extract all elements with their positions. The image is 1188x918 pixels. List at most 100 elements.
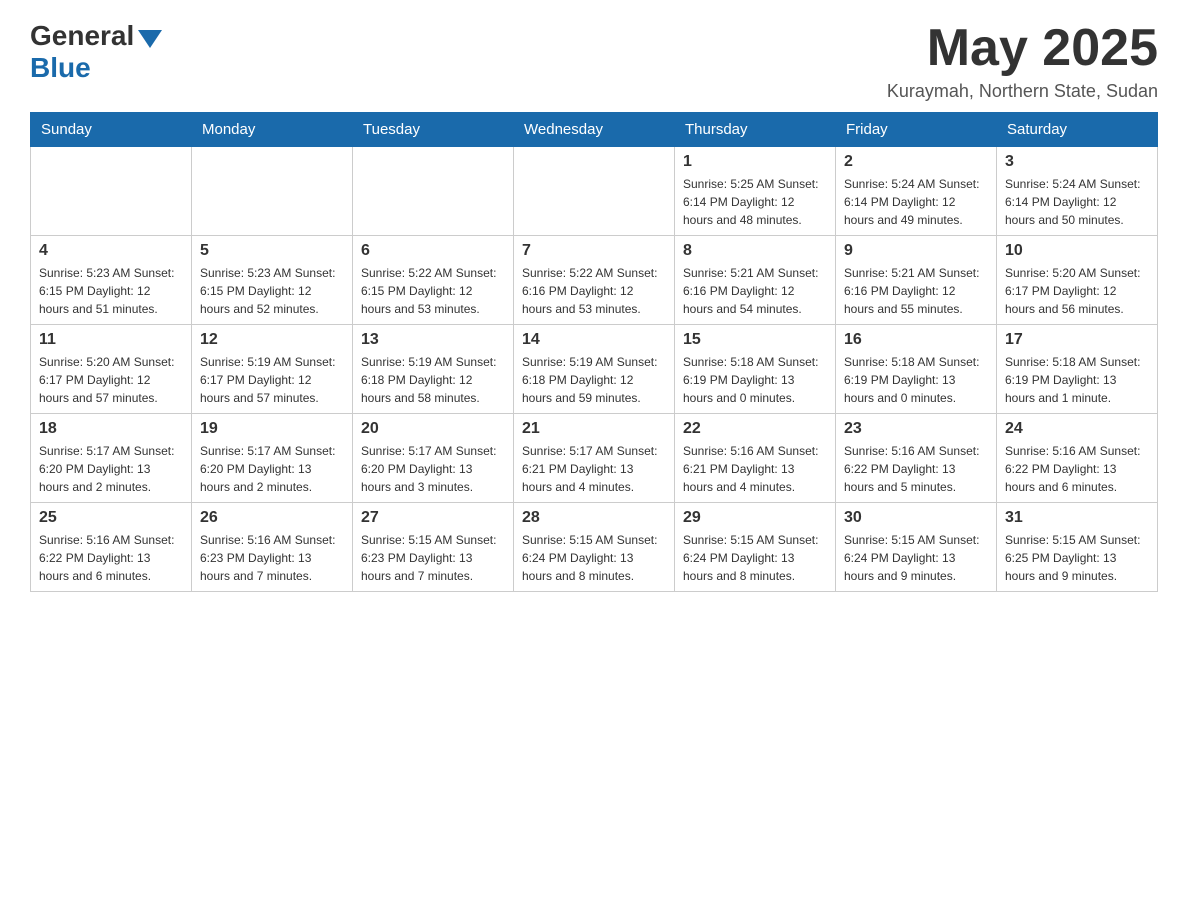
day-number: 31 (1005, 509, 1149, 527)
page-header: General Blue May 2025 Kuraymah, Northern… (30, 20, 1158, 102)
day-number: 14 (522, 331, 666, 349)
day-number: 30 (844, 509, 988, 527)
calendar-cell (192, 147, 353, 236)
day-info: Sunrise: 5:20 AM Sunset: 6:17 PM Dayligh… (1005, 264, 1149, 318)
calendar-cell: 6Sunrise: 5:22 AM Sunset: 6:15 PM Daylig… (353, 236, 514, 325)
calendar-cell: 2 Sunrise: 5:24 AM Sunset: 6:14 PM Daylig… (836, 147, 997, 236)
calendar-cell: 3 Sunrise: 5:24 AM Sunset: 6:14 PM Daylig… (997, 147, 1158, 236)
day-info: Sunrise: 5:17 AM Sunset: 6:20 PM Dayligh… (361, 442, 505, 496)
calendar-cell: 7 Sunrise: 5:22 AM Sunset: 6:16 PM Daylig… (514, 236, 675, 325)
day-info: Sunrise: 5:17 AM Sunset: 6:20 PM Dayligh… (39, 442, 183, 496)
day-info: Sunrise: 5:17 AM Sunset: 6:20 PM Dayligh… (200, 442, 344, 496)
calendar-cell: 18 Sunrise: 5:17 AM Sunset: 6:20 PM Dayli… (31, 414, 192, 503)
day-number: 18 (39, 420, 183, 438)
calendar-cell (514, 147, 675, 236)
day-info: Sunrise: 5:19 AM Sunset: 6:17 PM Dayligh… (200, 353, 344, 407)
calendar-cell: 22Sunrise: 5:16 AM Sunset: 6:21 PM Dayli… (675, 414, 836, 503)
calendar-cell: 12 Sunrise: 5:19 AM Sunset: 6:17 PM Dayli… (192, 325, 353, 414)
day-info: Sunrise: 5:21 AM Sunset: 6:16 PM Dayligh… (844, 264, 988, 318)
calendar-cell: 9 Sunrise: 5:21 AM Sunset: 6:16 PM Daylig… (836, 236, 997, 325)
calendar-cell: 8Sunrise: 5:21 AM Sunset: 6:16 PM Daylig… (675, 236, 836, 325)
week-row-3: 11 Sunrise: 5:20 AM Sunset: 6:17 PM Dayli… (31, 325, 1158, 414)
calendar-cell: 25Sunrise: 5:16 AM Sunset: 6:22 PM Dayli… (31, 503, 192, 592)
calendar-cell: 16 Sunrise: 5:18 AM Sunset: 6:19 PM Dayli… (836, 325, 997, 414)
day-info: Sunrise: 5:20 AM Sunset: 6:17 PM Dayligh… (39, 353, 183, 407)
logo: General Blue (30, 20, 162, 84)
day-info: Sunrise: 5:15 AM Sunset: 6:24 PM Dayligh… (683, 531, 827, 585)
day-of-week-thursday: Thursday (675, 113, 836, 147)
day-number: 13 (361, 331, 505, 349)
day-info: Sunrise: 5:24 AM Sunset: 6:14 PM Dayligh… (844, 175, 988, 229)
day-number: 21 (522, 420, 666, 438)
day-info: Sunrise: 5:23 AM Sunset: 6:15 PM Dayligh… (200, 264, 344, 318)
calendar-cell: 27 Sunrise: 5:15 AM Sunset: 6:23 PM Dayli… (353, 503, 514, 592)
week-row-4: 18 Sunrise: 5:17 AM Sunset: 6:20 PM Dayli… (31, 414, 1158, 503)
day-info: Sunrise: 5:23 AM Sunset: 6:15 PM Dayligh… (39, 264, 183, 318)
calendar-cell: 31 Sunrise: 5:15 AM Sunset: 6:25 PM Dayli… (997, 503, 1158, 592)
day-number: 25 (39, 509, 183, 527)
day-number: 2 (844, 153, 988, 171)
day-number: 4 (39, 242, 183, 260)
day-of-week-friday: Friday (836, 113, 997, 147)
week-row-5: 25Sunrise: 5:16 AM Sunset: 6:22 PM Dayli… (31, 503, 1158, 592)
calendar-cell: 20 Sunrise: 5:17 AM Sunset: 6:20 PM Dayli… (353, 414, 514, 503)
logo-triangle-icon (138, 30, 162, 48)
day-info: Sunrise: 5:17 AM Sunset: 6:21 PM Dayligh… (522, 442, 666, 496)
location-subtitle: Kuraymah, Northern State, Sudan (887, 81, 1158, 102)
calendar-cell: 21 Sunrise: 5:17 AM Sunset: 6:21 PM Dayli… (514, 414, 675, 503)
calendar-cell: 17 Sunrise: 5:18 AM Sunset: 6:19 PM Dayli… (997, 325, 1158, 414)
calendar-header: SundayMondayTuesdayWednesdayThursdayFrid… (31, 113, 1158, 147)
day-info: Sunrise: 5:18 AM Sunset: 6:19 PM Dayligh… (1005, 353, 1149, 407)
week-row-2: 4 Sunrise: 5:23 AM Sunset: 6:15 PM Daylig… (31, 236, 1158, 325)
title-section: May 2025 Kuraymah, Northern State, Sudan (887, 20, 1158, 102)
day-number: 23 (844, 420, 988, 438)
day-info: Sunrise: 5:22 AM Sunset: 6:16 PM Dayligh… (522, 264, 666, 318)
day-number: 12 (200, 331, 344, 349)
day-info: Sunrise: 5:19 AM Sunset: 6:18 PM Dayligh… (522, 353, 666, 407)
calendar-cell (353, 147, 514, 236)
day-number: 7 (522, 242, 666, 260)
day-number: 8 (683, 242, 827, 260)
day-of-week-wednesday: Wednesday (514, 113, 675, 147)
day-info: Sunrise: 5:22 AM Sunset: 6:15 PM Dayligh… (361, 264, 505, 318)
day-info: Sunrise: 5:15 AM Sunset: 6:24 PM Dayligh… (522, 531, 666, 585)
calendar-cell (31, 147, 192, 236)
day-number: 22 (683, 420, 827, 438)
day-number: 20 (361, 420, 505, 438)
day-number: 29 (683, 509, 827, 527)
day-info: Sunrise: 5:16 AM Sunset: 6:22 PM Dayligh… (844, 442, 988, 496)
logo-blue: Blue (30, 52, 91, 84)
day-number: 5 (200, 242, 344, 260)
day-of-week-tuesday: Tuesday (353, 113, 514, 147)
calendar-cell: 4 Sunrise: 5:23 AM Sunset: 6:15 PM Daylig… (31, 236, 192, 325)
day-number: 16 (844, 331, 988, 349)
calendar-cell: 29 Sunrise: 5:15 AM Sunset: 6:24 PM Dayli… (675, 503, 836, 592)
day-number: 11 (39, 331, 183, 349)
day-info: Sunrise: 5:15 AM Sunset: 6:25 PM Dayligh… (1005, 531, 1149, 585)
days-of-week-row: SundayMondayTuesdayWednesdayThursdayFrid… (31, 113, 1158, 147)
month-title: May 2025 (887, 20, 1158, 77)
day-number: 15 (683, 331, 827, 349)
day-number: 9 (844, 242, 988, 260)
day-number: 24 (1005, 420, 1149, 438)
calendar-cell: 30 Sunrise: 5:15 AM Sunset: 6:24 PM Dayli… (836, 503, 997, 592)
day-number: 3 (1005, 153, 1149, 171)
logo-general: General (30, 20, 134, 52)
day-info: Sunrise: 5:18 AM Sunset: 6:19 PM Dayligh… (844, 353, 988, 407)
calendar-cell: 24Sunrise: 5:16 AM Sunset: 6:22 PM Dayli… (997, 414, 1158, 503)
day-info: Sunrise: 5:15 AM Sunset: 6:24 PM Dayligh… (844, 531, 988, 585)
calendar-body: 1Sunrise: 5:25 AM Sunset: 6:14 PM Daylig… (31, 147, 1158, 592)
calendar-cell: 10Sunrise: 5:20 AM Sunset: 6:17 PM Dayli… (997, 236, 1158, 325)
calendar-cell: 13Sunrise: 5:19 AM Sunset: 6:18 PM Dayli… (353, 325, 514, 414)
day-number: 19 (200, 420, 344, 438)
calendar-cell: 1Sunrise: 5:25 AM Sunset: 6:14 PM Daylig… (675, 147, 836, 236)
calendar-cell: 15Sunrise: 5:18 AM Sunset: 6:19 PM Dayli… (675, 325, 836, 414)
day-number: 26 (200, 509, 344, 527)
day-number: 17 (1005, 331, 1149, 349)
week-row-1: 1Sunrise: 5:25 AM Sunset: 6:14 PM Daylig… (31, 147, 1158, 236)
day-number: 28 (522, 509, 666, 527)
calendar-cell: 5 Sunrise: 5:23 AM Sunset: 6:15 PM Daylig… (192, 236, 353, 325)
day-number: 27 (361, 509, 505, 527)
day-info: Sunrise: 5:15 AM Sunset: 6:23 PM Dayligh… (361, 531, 505, 585)
day-info: Sunrise: 5:24 AM Sunset: 6:14 PM Dayligh… (1005, 175, 1149, 229)
